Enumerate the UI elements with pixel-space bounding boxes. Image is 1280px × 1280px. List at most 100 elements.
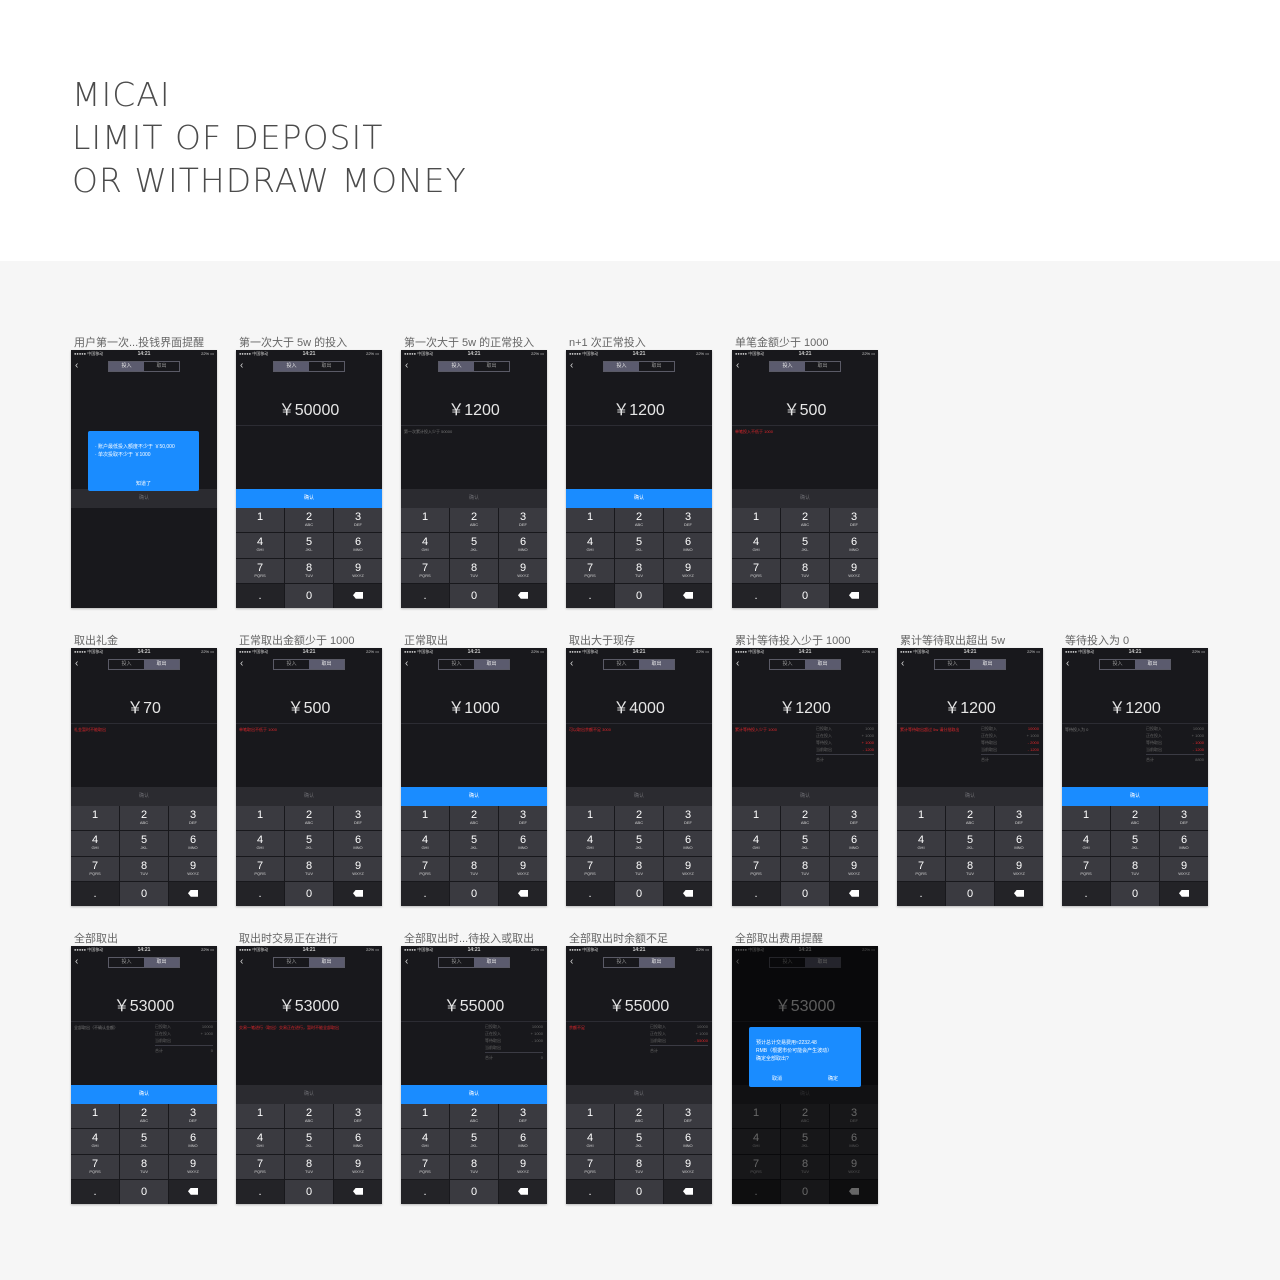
tab-withdraw[interactable]: 取出 <box>970 660 1005 669</box>
confirm-button[interactable]: 确认 <box>236 787 382 806</box>
back-chevron-icon[interactable]: ‹ <box>405 658 408 670</box>
keypad-key-6[interactable]: 6MNO <box>830 533 878 558</box>
keypad-key-2[interactable]: 2ABC <box>120 806 168 831</box>
keypad-key-dot[interactable]: . <box>401 583 449 608</box>
keypad-key-dot[interactable]: . <box>566 1179 614 1204</box>
keypad-key-9[interactable]: 9WXYZ <box>1160 856 1208 881</box>
keypad-key-5[interactable]: 5JKL <box>450 1129 498 1154</box>
tab-withdraw[interactable]: 取出 <box>639 958 674 967</box>
confirm-button[interactable]: 确认 <box>401 489 547 508</box>
keypad-key-delete[interactable] <box>664 1179 712 1204</box>
keypad-key-0[interactable]: 0 <box>450 583 498 608</box>
keypad-key-5[interactable]: 5JKL <box>120 1129 168 1154</box>
tab-withdraw[interactable]: 取出 <box>639 362 674 371</box>
keypad-key-5[interactable]: 5JKL <box>781 533 829 558</box>
tab-deposit[interactable]: 投入 <box>109 660 144 669</box>
confirm-button[interactable]: 确认 <box>71 1085 217 1104</box>
tab-withdraw[interactable]: 取出 <box>805 362 840 371</box>
keypad-key-0[interactable]: 0 <box>120 881 168 906</box>
keypad-key-3[interactable]: 3DEF <box>664 1104 712 1129</box>
alert-confirm-button[interactable]: 确定 <box>805 1075 861 1082</box>
back-chevron-icon[interactable]: ‹ <box>405 360 408 372</box>
keypad-key-9[interactable]: 9WXYZ <box>664 558 712 583</box>
tab-deposit[interactable]: 投入 <box>770 660 805 669</box>
alert-ok-button[interactable]: 知道了 <box>88 480 199 487</box>
keypad-key-7[interactable]: 7PQRS <box>236 856 284 881</box>
keypad-key-1[interactable]: 1 <box>732 508 780 533</box>
keypad-key-0[interactable]: 0 <box>946 881 994 906</box>
keypad-key-4[interactable]: 4GHI <box>566 831 614 856</box>
tab-deposit[interactable]: 投入 <box>439 660 474 669</box>
keypad-key-3[interactable]: 3DEF <box>830 508 878 533</box>
keypad-key-3[interactable]: 3DEF <box>1160 806 1208 831</box>
keypad-key-8[interactable]: 8TUV <box>285 1154 333 1179</box>
keypad-key-4[interactable]: 4GHI <box>897 831 945 856</box>
keypad-key-delete[interactable] <box>664 881 712 906</box>
keypad-key-delete[interactable] <box>664 583 712 608</box>
keypad-key-0[interactable]: 0 <box>450 1179 498 1204</box>
tab-deposit[interactable]: 投入 <box>274 362 309 371</box>
confirm-button[interactable]: 确认 <box>401 1085 547 1104</box>
keypad-key-2[interactable]: 2ABC <box>1111 806 1159 831</box>
keypad-key-8[interactable]: 8TUV <box>781 558 829 583</box>
keypad-key-1[interactable]: 1 <box>401 508 449 533</box>
keypad-key-8[interactable]: 8TUV <box>615 1154 663 1179</box>
keypad-key-3[interactable]: 3DEF <box>334 1104 382 1129</box>
keypad-key-4[interactable]: 4GHI <box>236 533 284 558</box>
keypad-key-dot[interactable]: . <box>401 1179 449 1204</box>
back-chevron-icon[interactable]: ‹ <box>75 658 78 670</box>
keypad-key-7[interactable]: 7PQRS <box>401 558 449 583</box>
keypad-key-3[interactable]: 3DEF <box>995 806 1043 831</box>
keypad-key-6[interactable]: 6MNO <box>664 533 712 558</box>
keypad-key-2[interactable]: 2ABC <box>285 508 333 533</box>
confirm-button[interactable]: 确认 <box>236 1085 382 1104</box>
keypad-key-6[interactable]: 6MNO <box>169 831 217 856</box>
keypad-key-2[interactable]: 2ABC <box>946 806 994 831</box>
keypad-key-9[interactable]: 9WXYZ <box>664 1154 712 1179</box>
keypad-key-4[interactable]: 4GHI <box>566 1129 614 1154</box>
keypad-key-9[interactable]: 9WXYZ <box>830 558 878 583</box>
tab-deposit[interactable]: 投入 <box>604 660 639 669</box>
keypad-key-8[interactable]: 8TUV <box>120 856 168 881</box>
keypad-key-4[interactable]: 4GHI <box>732 831 780 856</box>
keypad-key-4[interactable]: 4GHI <box>71 831 119 856</box>
keypad-key-7[interactable]: 7PQRS <box>236 558 284 583</box>
keypad-key-2[interactable]: 2ABC <box>615 806 663 831</box>
keypad-key-8[interactable]: 8TUV <box>450 558 498 583</box>
keypad-key-5[interactable]: 5JKL <box>781 831 829 856</box>
keypad-key-0[interactable]: 0 <box>615 881 663 906</box>
keypad-key-1[interactable]: 1 <box>71 806 119 831</box>
confirm-button[interactable]: 确认 <box>566 787 712 806</box>
back-chevron-icon[interactable]: ‹ <box>570 360 573 372</box>
keypad-key-9[interactable]: 9WXYZ <box>334 1154 382 1179</box>
keypad-key-5[interactable]: 5JKL <box>450 533 498 558</box>
keypad-key-7[interactable]: 7PQRS <box>732 856 780 881</box>
keypad-key-0[interactable]: 0 <box>615 583 663 608</box>
keypad-key-dot[interactable]: . <box>732 881 780 906</box>
keypad-key-0[interactable]: 0 <box>781 583 829 608</box>
keypad-key-9[interactable]: 9WXYZ <box>169 856 217 881</box>
keypad-key-8[interactable]: 8TUV <box>615 558 663 583</box>
keypad-key-3[interactable]: 3DEF <box>830 806 878 831</box>
tab-withdraw[interactable]: 取出 <box>309 362 344 371</box>
keypad-key-4[interactable]: 4GHI <box>236 1129 284 1154</box>
keypad-key-9[interactable]: 9WXYZ <box>334 558 382 583</box>
keypad-key-0[interactable]: 0 <box>450 881 498 906</box>
keypad-key-delete[interactable] <box>499 881 547 906</box>
keypad-key-1[interactable]: 1 <box>566 508 614 533</box>
keypad-key-3[interactable]: 3DEF <box>499 1104 547 1129</box>
keypad-key-5[interactable]: 5JKL <box>120 831 168 856</box>
keypad-key-delete[interactable] <box>169 1179 217 1204</box>
tab-deposit[interactable]: 投入 <box>274 958 309 967</box>
confirm-button[interactable]: 确认 <box>71 787 217 806</box>
back-chevron-icon[interactable]: ‹ <box>570 658 573 670</box>
keypad-key-8[interactable]: 8TUV <box>1111 856 1159 881</box>
tab-withdraw[interactable]: 取出 <box>474 660 509 669</box>
alert-cancel-button[interactable]: 取消 <box>749 1075 805 1082</box>
back-chevron-icon[interactable]: ‹ <box>1066 658 1069 670</box>
keypad-key-9[interactable]: 9WXYZ <box>664 856 712 881</box>
keypad-key-7[interactable]: 7PQRS <box>71 856 119 881</box>
confirm-button[interactable]: 确认 <box>566 489 712 508</box>
confirm-button[interactable]: 确认 <box>566 1085 712 1104</box>
keypad-key-8[interactable]: 8TUV <box>615 856 663 881</box>
